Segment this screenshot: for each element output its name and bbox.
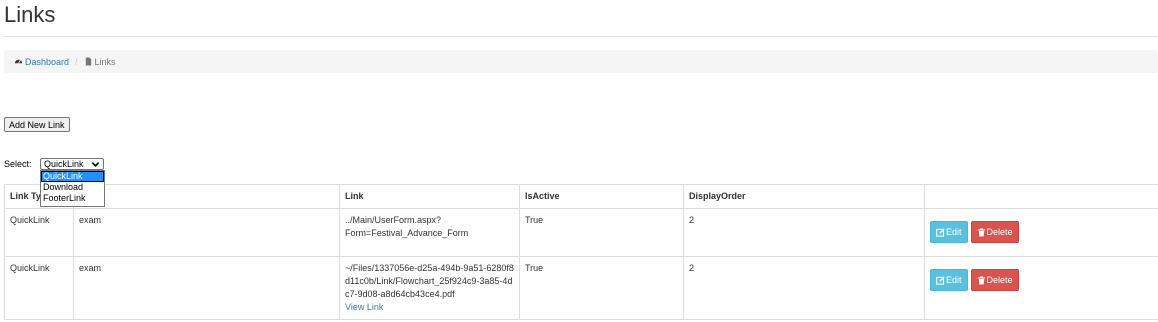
cell-link: ../Main/UserForm.aspx?Form=Festival_Adva… — [339, 208, 520, 257]
edit-button[interactable]: Edit — [930, 221, 968, 243]
edit-icon — [936, 275, 945, 285]
edit-icon — [936, 227, 945, 237]
edit-button-label: Edit — [946, 274, 962, 285]
header-title[interactable]: Title — [73, 184, 340, 209]
edit-button-label: Edit — [946, 226, 962, 237]
table-row: QuickLink exam ~/Files/1337056e-d25a-494… — [4, 256, 1158, 320]
cell-link: ~/Files/1337056e-d25a-494b-9a51-6280f8d1… — [339, 256, 520, 320]
cell-displayorder: 2 — [683, 208, 925, 257]
delete-button[interactable]: Delete — [970, 269, 1019, 291]
breadcrumb-dashboard-link[interactable]: Dashboard — [25, 57, 69, 67]
link-type-dropdown-list: QuickLink Download FooterLink — [40, 170, 105, 207]
link-type-select[interactable]: QuickLink — [40, 158, 104, 170]
add-new-link-button[interactable]: Add New Link — [4, 117, 70, 132]
chevron-down-icon — [91, 162, 100, 167]
trash-icon — [977, 275, 985, 285]
cell-isactive: True — [519, 208, 684, 257]
select-label: Select: — [4, 159, 32, 169]
cell-title: exam — [73, 256, 340, 320]
page-title: Links — [4, 2, 56, 27]
breadcrumb-current-label: Links — [94, 56, 116, 67]
title-divider — [4, 36, 1158, 37]
view-link[interactable]: View Link — [345, 301, 514, 314]
cell-link-type: QuickLink — [4, 208, 74, 257]
trash-icon — [977, 227, 985, 237]
breadcrumb-current: Links — [84, 57, 116, 67]
link-path: ../Main/UserForm.aspx?Form=Festival_Adva… — [345, 215, 469, 238]
delete-button-label: Delete — [986, 274, 1013, 285]
dashboard-icon — [14, 57, 23, 66]
cell-actions: Edit Delete — [924, 256, 1158, 320]
table-header-row: Link Type Title Link IsActive DisplayOrd… — [4, 184, 1158, 209]
dropdown-option-footerlink[interactable]: FooterLink — [41, 193, 104, 204]
delete-button-label: Delete — [986, 226, 1013, 237]
header-isactive[interactable]: IsActive — [519, 184, 684, 209]
header-actions — [924, 184, 1158, 209]
breadcrumb-dashboard[interactable]: Dashboard — [14, 57, 69, 67]
header-displayorder[interactable]: DisplayOrder — [683, 184, 925, 209]
table-row: QuickLink exam ../Main/UserForm.aspx?For… — [4, 208, 1158, 257]
link-type-select-value: QuickLink — [44, 159, 84, 169]
cell-isactive: True — [519, 256, 684, 320]
breadcrumb-separator: / — [75, 56, 78, 67]
cell-actions: Edit Delete — [924, 208, 1158, 257]
cell-title: exam — [73, 208, 340, 257]
breadcrumb: Dashboard / Links — [4, 50, 1158, 73]
file-icon — [84, 57, 93, 66]
links-table: Link Type Title Link IsActive DisplayOrd… — [4, 184, 1158, 320]
dropdown-option-quicklink[interactable]: QuickLink — [41, 171, 104, 182]
dropdown-option-download[interactable]: Download — [41, 182, 104, 193]
cell-displayorder: 2 — [683, 256, 925, 320]
cell-link-type: QuickLink — [4, 256, 74, 320]
header-link[interactable]: Link — [339, 184, 520, 209]
delete-button[interactable]: Delete — [970, 221, 1019, 243]
edit-button[interactable]: Edit — [930, 269, 968, 291]
link-path: ~/Files/1337056e-d25a-494b-9a51-6280f8d1… — [345, 263, 514, 299]
